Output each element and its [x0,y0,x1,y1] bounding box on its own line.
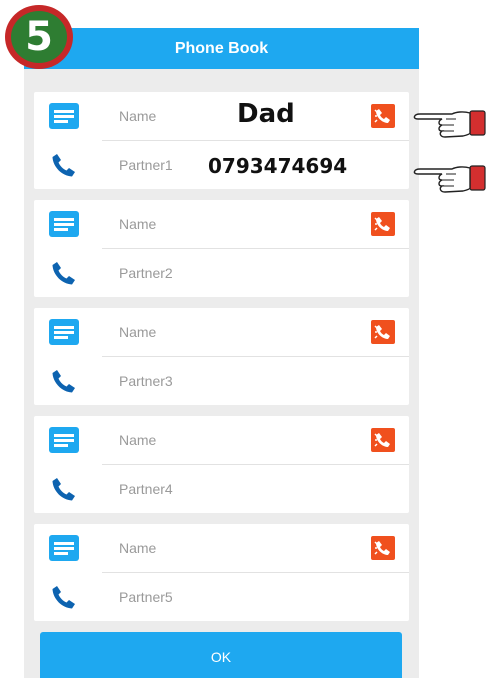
call-button[interactable] [371,428,395,452]
phone-icon [34,249,94,297]
name-field[interactable]: Name [119,524,156,572]
call-button[interactable] [371,104,395,128]
number-row: Partner2 [34,249,409,297]
number-field[interactable]: Partner1 [119,141,173,189]
phone-icon [34,573,94,621]
step-badge: 5 [3,3,75,71]
contact-card-icon [34,200,94,248]
call-button[interactable] [371,320,395,344]
phone-book-screen: Phone Book Name Partner1 Name Partner2 N… [24,28,419,678]
ok-button[interactable]: OK [40,632,402,678]
call-button[interactable] [371,212,395,236]
name-field[interactable]: Name [119,416,156,464]
partner-entry-3: Name Partner3 [34,308,409,405]
name-row: Name [34,92,409,140]
call-handset-icon [374,541,390,555]
page-title: Phone Book [174,39,269,57]
call-handset-icon [374,217,390,231]
call-handset-icon [374,325,390,339]
name-row: Name [34,524,409,572]
contact-card-icon [34,524,94,572]
step-number: 5 [25,14,53,60]
name-field[interactable]: Name [119,308,156,356]
contact-card-icon [34,92,94,140]
number-field[interactable]: Partner3 [119,357,173,405]
name-row: Name [34,416,409,464]
title-bar: Phone Book [24,28,419,69]
number-row: Partner4 [34,465,409,513]
call-handset-icon [374,433,390,447]
call-handset-icon [374,109,390,123]
number-row: Partner3 [34,357,409,405]
number-field[interactable]: Partner5 [119,573,173,621]
pointing-hand-icon [413,165,486,193]
partner-entry-2: Name Partner2 [34,200,409,297]
number-row: Partner5 [34,573,409,621]
ok-label: OK [210,649,232,665]
name-field[interactable]: Name [119,200,156,248]
partner-entry-4: Name Partner4 [34,416,409,513]
phone-icon [34,465,94,513]
name-row: Name [34,200,409,248]
phone-icon [34,357,94,405]
phone-icon [34,141,94,189]
pointing-hand-icon [413,110,486,138]
annotation-number-value: 0793474694 [208,154,348,178]
number-field[interactable]: Partner2 [119,249,173,297]
call-button[interactable] [371,536,395,560]
name-field[interactable]: Name [119,92,156,140]
contact-card-icon [34,416,94,464]
name-row: Name [34,308,409,356]
partner-entry-5: Name Partner5 [34,524,409,621]
number-field[interactable]: Partner4 [119,465,173,513]
annotation-name-value: Dad [237,99,295,129]
contact-card-icon [34,308,94,356]
